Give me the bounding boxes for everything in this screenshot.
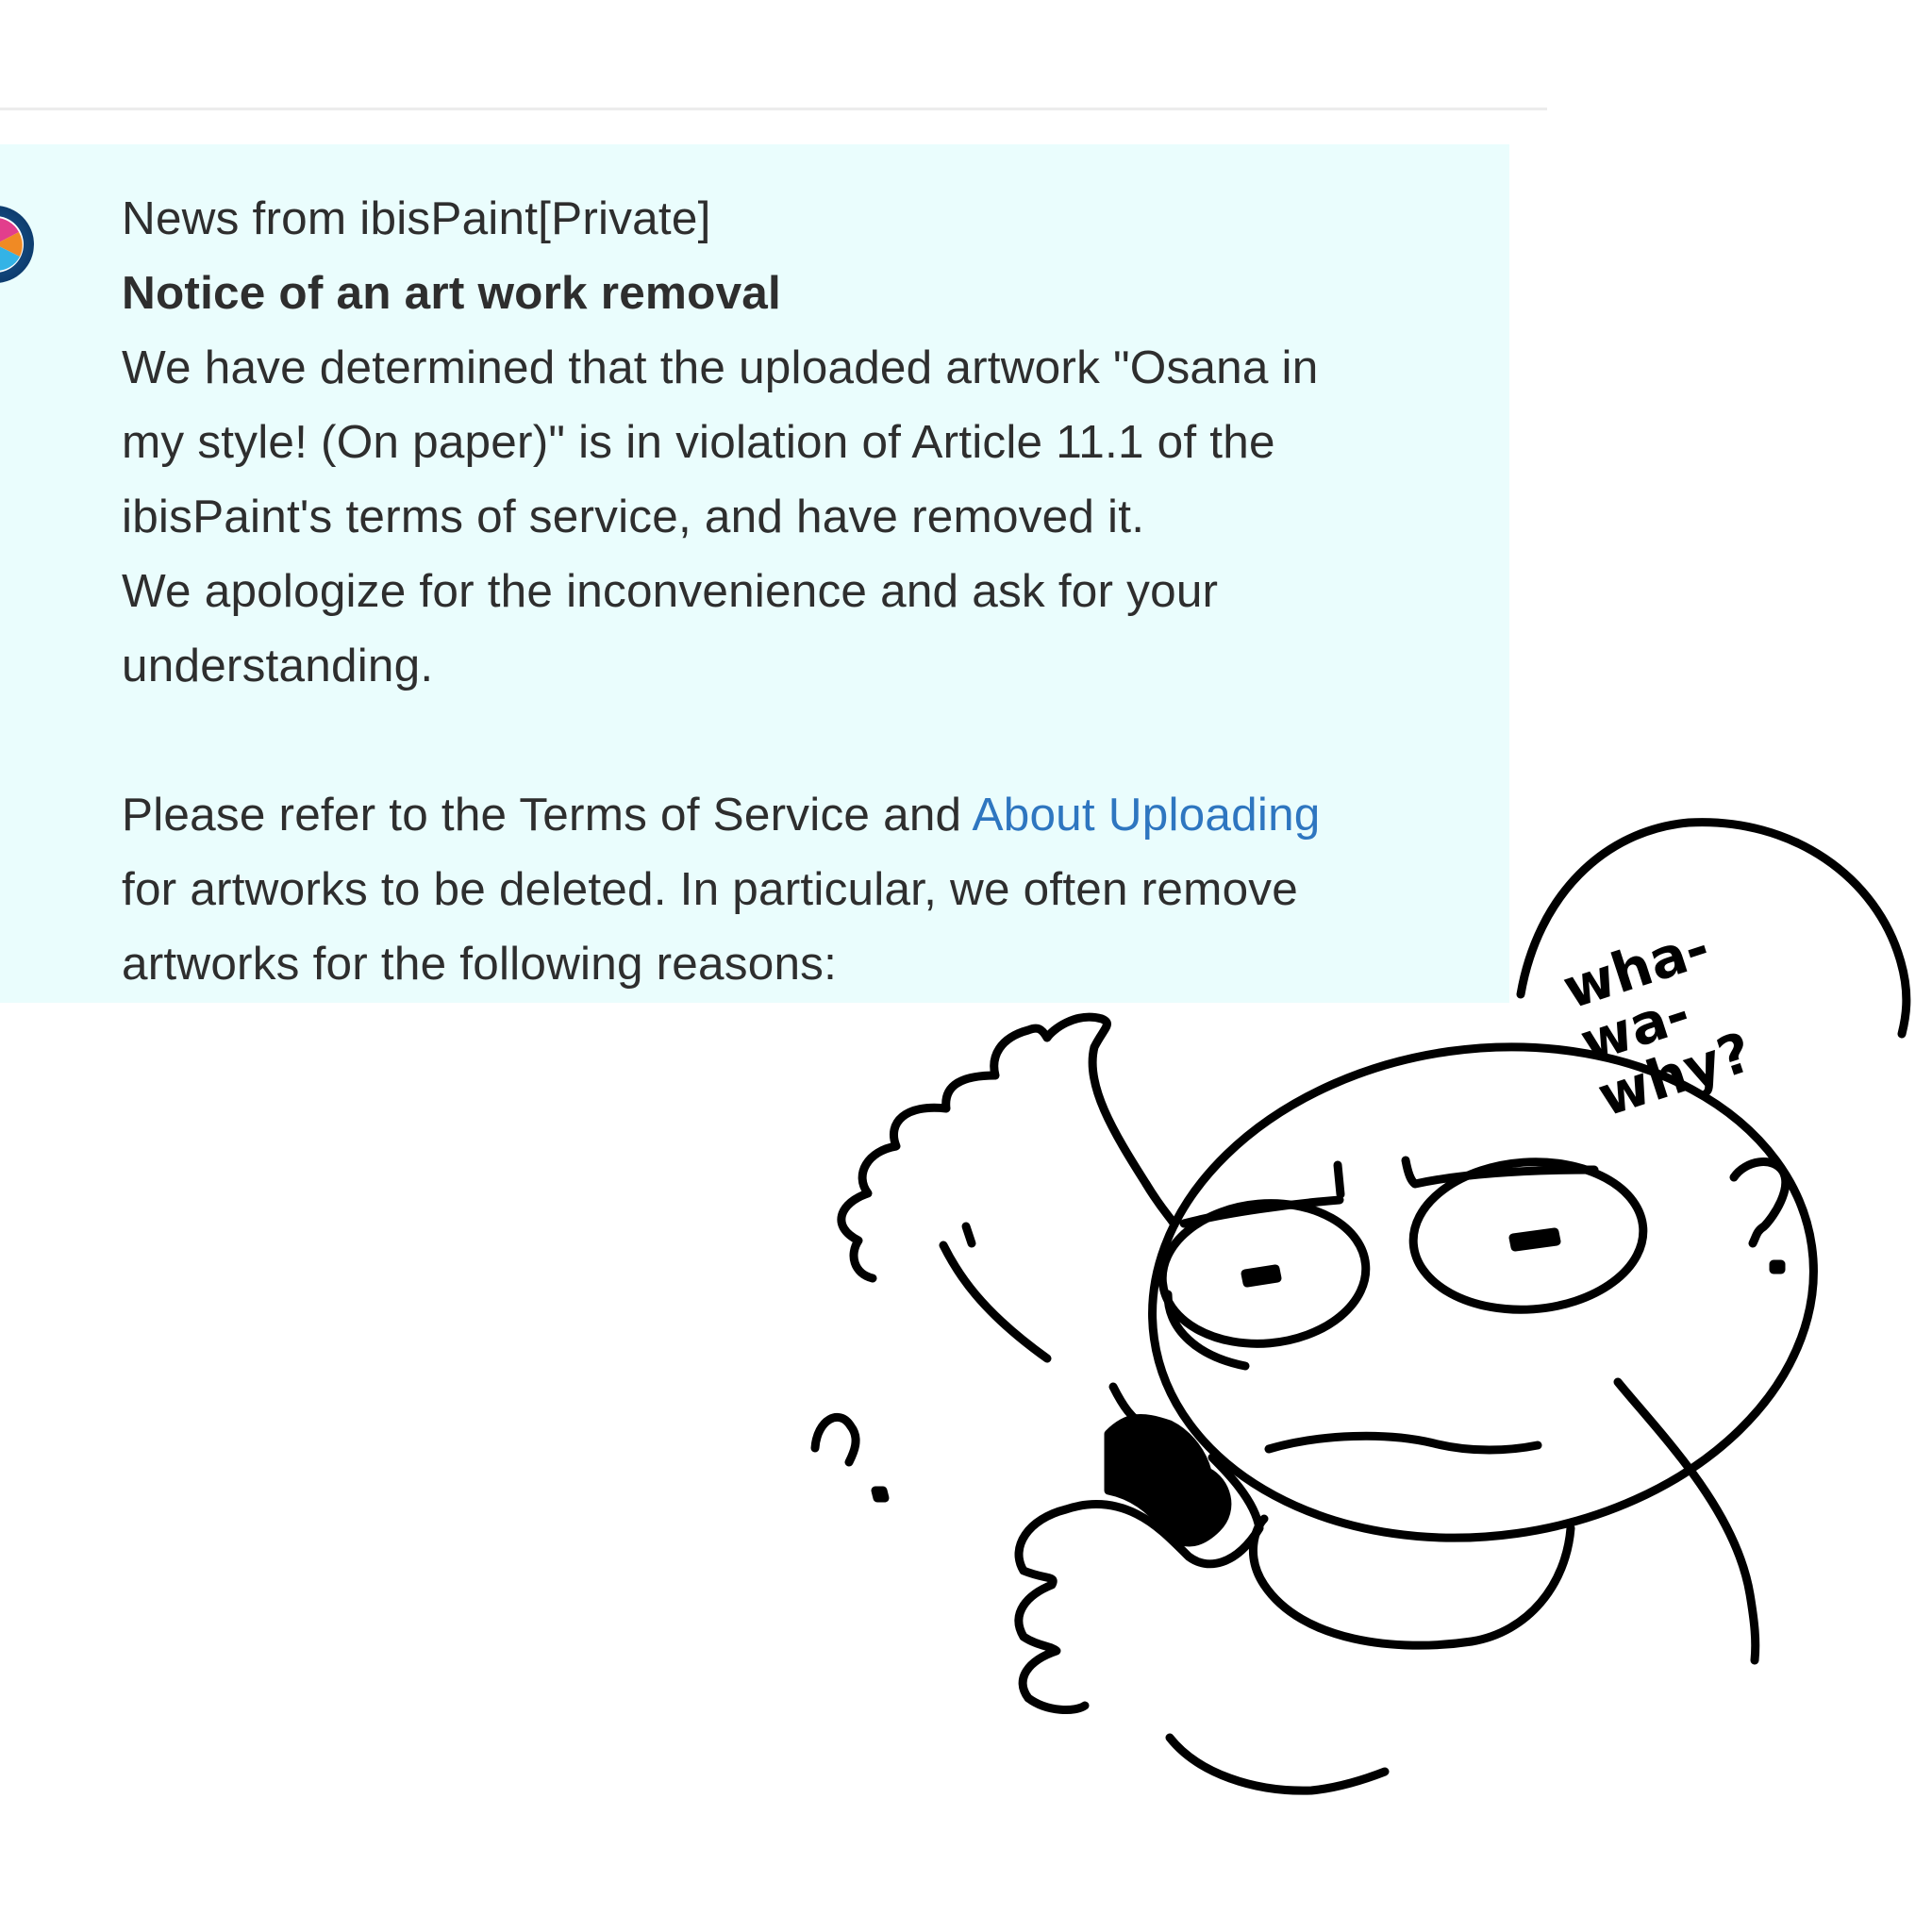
character-raised-arm-lower — [939, 1241, 1052, 1363]
notice-body-line: artworks for the following reasons: — [122, 938, 838, 990]
about-uploading-link[interactable]: About Uploading — [973, 789, 1321, 841]
character-left-eyebrow-tick — [1333, 1160, 1345, 1199]
character-right-pupil — [1508, 1227, 1561, 1252]
notice-body-line: We apologize for the inconvenience and a… — [122, 565, 1219, 617]
character-body-right — [1613, 1377, 1760, 1665]
character-chest — [1248, 1514, 1575, 1650]
character-left-eye-shadow — [1163, 1290, 1250, 1371]
character-right-eyebrow — [1401, 1156, 1599, 1189]
character-right-eye — [1408, 1158, 1648, 1314]
character-raised-hand — [837, 1012, 1151, 1283]
character-left-pupil — [1241, 1264, 1282, 1288]
notice-refer-prefix: Please refer to the Terms of Service and — [122, 789, 973, 841]
speech-bubble-text: wha- wa- why? — [1555, 914, 1760, 1129]
question-mark-right-dot — [1769, 1259, 1786, 1274]
character-mouth — [1264, 1431, 1542, 1455]
question-mark-left-curve — [810, 1412, 860, 1467]
notice-body-line: We have determined that the uploaded art… — [122, 341, 1319, 393]
question-mark-left-dot — [871, 1486, 890, 1503]
screenshot-page: News from ibisPaint[Private] Notice of a… — [0, 0, 1932, 1932]
notice-message: News from ibisPaint[Private] Notice of a… — [122, 181, 1508, 1001]
question-mark-right-curve — [1729, 1158, 1790, 1248]
notice-body-line: ibisPaint's terms of service, and have r… — [122, 491, 1145, 542]
notice-body-line: understanding. — [122, 640, 434, 691]
notice-body-line: my style! (On paper)" is in violation of… — [122, 416, 1275, 468]
notice-refer-line: Please refer to the Terms of Service and… — [122, 777, 1508, 852]
notice-sender: News from ibisPaint[Private] — [122, 192, 711, 244]
character-left-eyebrow — [1179, 1195, 1344, 1228]
character-collar-shadow — [1104, 1413, 1232, 1547]
character-head — [1148, 1042, 1818, 1542]
top-divider — [0, 108, 1547, 110]
notice-title: Notice of an art work removal — [122, 267, 781, 319]
character-waist — [1165, 1733, 1390, 1795]
character-chin-hand — [1014, 1453, 1264, 1714]
character-hand-mark — [961, 1222, 976, 1248]
character-left-collar — [1108, 1382, 1151, 1431]
character-left-eye — [1158, 1199, 1371, 1348]
character-raised-arm-line — [1141, 1179, 1179, 1229]
notice-body-line: for artworks to be deleted. In particula… — [122, 863, 1298, 915]
